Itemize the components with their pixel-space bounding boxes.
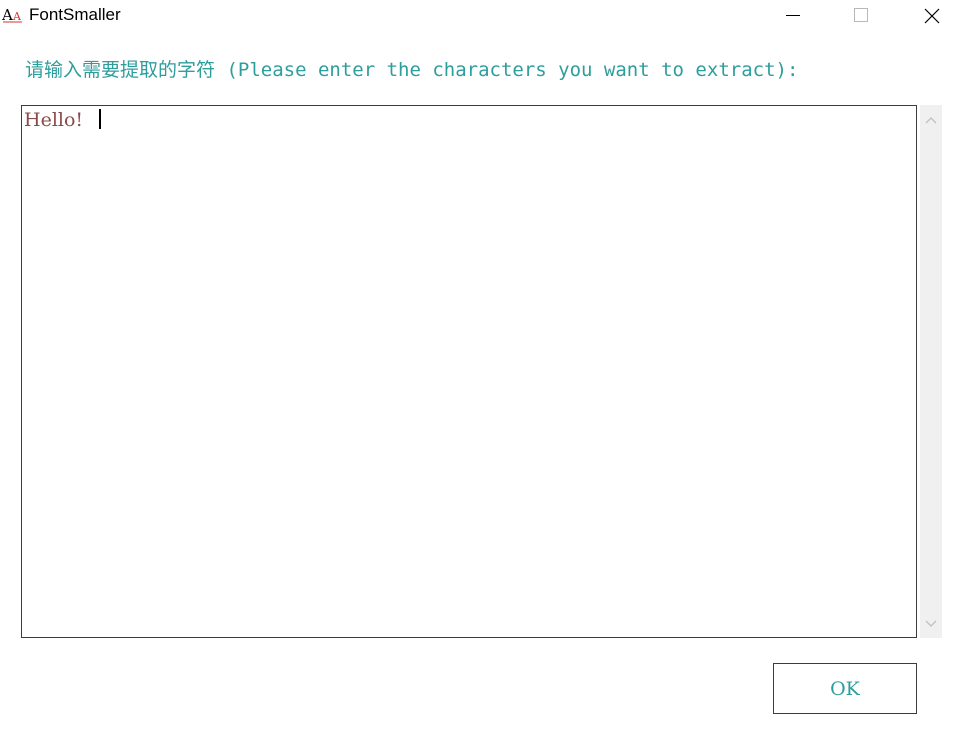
chevron-up-icon <box>925 116 937 124</box>
window-title: FontSmaller <box>29 5 121 24</box>
chevron-down-icon <box>925 620 937 628</box>
characters-input-frame <box>21 105 917 638</box>
text-caret <box>99 109 101 129</box>
ok-button[interactable]: OK <box>773 663 917 714</box>
font-aa-icon: A A <box>2 6 22 24</box>
maximize-icon <box>854 8 868 22</box>
minimize-icon <box>786 15 800 16</box>
svg-text:A: A <box>12 10 22 23</box>
svg-text:A: A <box>2 6 13 24</box>
characters-input[interactable] <box>22 106 914 635</box>
close-icon <box>924 8 940 24</box>
close-button[interactable] <box>909 0 955 32</box>
vertical-scrollbar[interactable] <box>920 105 942 638</box>
minimize-button[interactable] <box>770 0 816 32</box>
scroll-up-button[interactable] <box>920 109 942 131</box>
title-bar: A A FontSmaller <box>0 0 959 32</box>
maximize-button[interactable] <box>838 0 884 32</box>
instruction-label: 请输入需要提取的字符 (Please enter the characters … <box>25 59 799 81</box>
scroll-down-button[interactable] <box>920 613 942 635</box>
